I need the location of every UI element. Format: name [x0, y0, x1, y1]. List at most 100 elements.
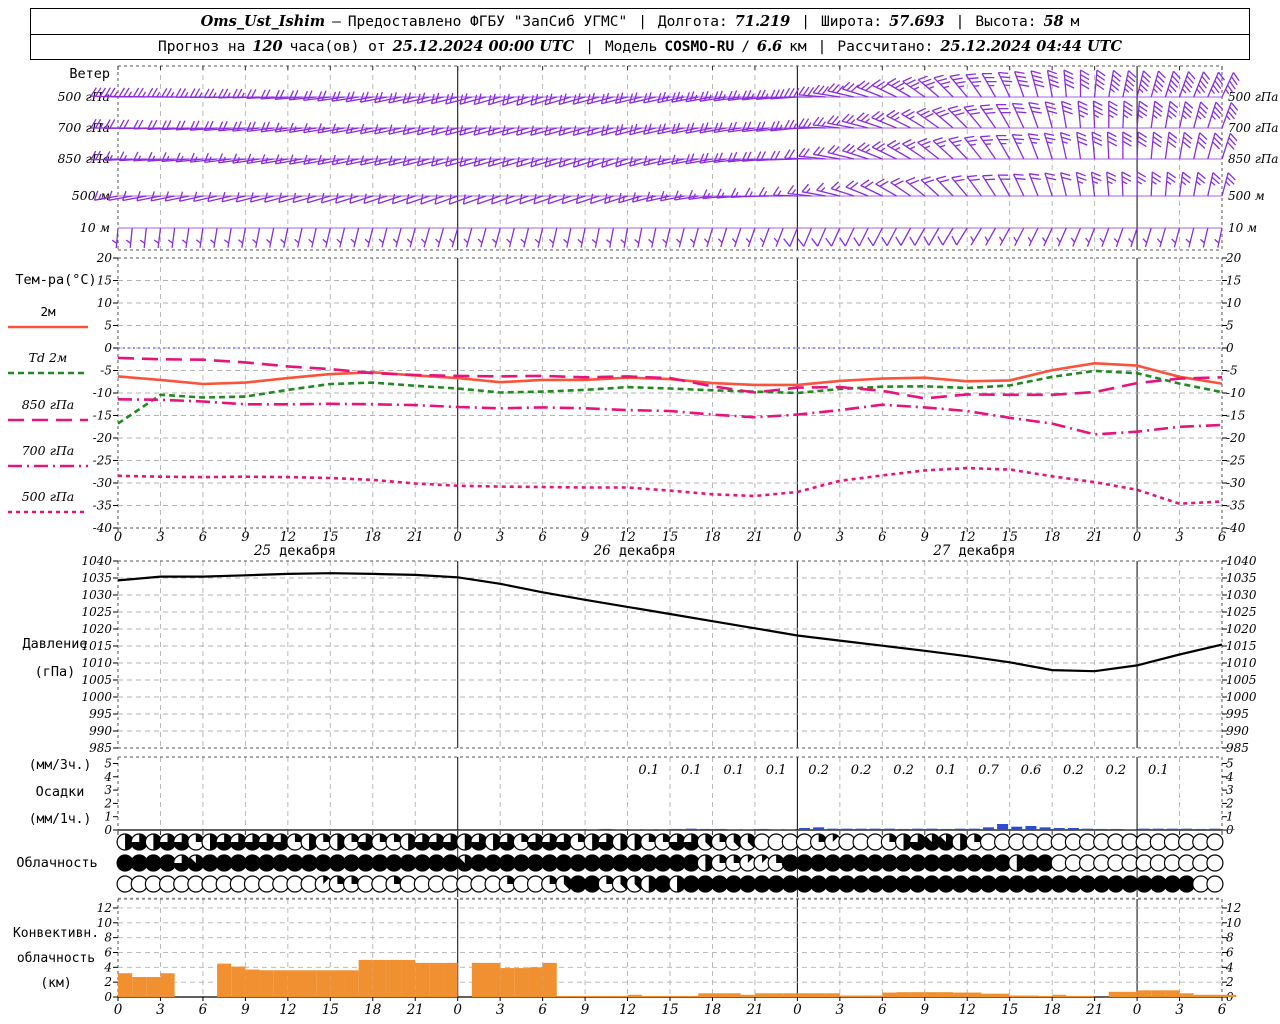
- precip-bar: [742, 829, 754, 830]
- precip-bar: [1124, 829, 1136, 830]
- hour-label: 18: [704, 530, 721, 545]
- temp-tick-left: 20: [96, 251, 113, 265]
- convective-bar: [118, 973, 133, 997]
- precip-bar: [968, 828, 980, 830]
- convective-label-3: (км): [40, 976, 71, 991]
- hour-label: 0: [114, 530, 122, 545]
- precip-bar: [827, 828, 839, 830]
- pressure-tick-right: 1020: [1226, 622, 1257, 636]
- convective-bar: [882, 992, 897, 997]
- precip-bar: [1152, 828, 1164, 830]
- convective-bar: [528, 967, 543, 997]
- precip-bar: [982, 827, 994, 830]
- temp-tick-right: -40: [1226, 521, 1246, 535]
- precip-panel: 5 54 43 32 21 10 00.1 0.1 0.1 0.1 0.2 0.2 0.2 0.1 0.7 0…: [29, 756, 1235, 837]
- convective-bar: [627, 994, 642, 997]
- wind-row: 500 м 500 м: [72, 171, 1265, 205]
- hour-label: 21: [1085, 530, 1103, 545]
- temp-tick-left: 10: [97, 296, 113, 310]
- convective-bar: [1165, 990, 1180, 997]
- run-datetime: 25.12.2024 00:00 UTC: [392, 38, 575, 55]
- convective-bar: [910, 992, 925, 997]
- hour-label-bottom: 15: [661, 1002, 678, 1018]
- pressure-tick-right: 1030: [1226, 588, 1257, 602]
- convective-bar: [967, 992, 982, 997]
- convective-label-2: облачность: [17, 951, 95, 966]
- precip-bar: [898, 828, 910, 830]
- precip-bar: [756, 828, 768, 830]
- precip-bar: [1110, 828, 1122, 830]
- header-row-forecast: Прогноз на 120 часа(ов) от 25.12.2024 00…: [30, 34, 1250, 60]
- temp-legend-item: Td 2м: [8, 350, 88, 375]
- convective-bar: [585, 995, 600, 997]
- temp-tick-left: -40: [93, 521, 113, 535]
- temp-legend-label: 850 гПа: [22, 397, 75, 412]
- precip-3h-value: 0.2: [893, 763, 914, 778]
- convective-bar: [839, 995, 855, 997]
- conv-tick-left: 0: [104, 990, 112, 1004]
- temp-tick-right: -25: [1226, 454, 1245, 468]
- longitude-value: 71.219: [734, 13, 791, 30]
- hour-label: 3: [156, 530, 164, 545]
- hour-label-bottom: 3: [1175, 1002, 1184, 1018]
- convective-bar: [132, 976, 147, 997]
- temp-legend-label: 700 гПа: [22, 443, 75, 458]
- forecast-label-1: Прогноз на: [158, 38, 246, 55]
- convective-bar: [486, 962, 501, 997]
- precip-tick-right: 3: [1226, 783, 1234, 797]
- precip-bar: [912, 828, 924, 830]
- pressure-tick-left: 1020: [81, 622, 112, 636]
- convective-bar: [1179, 993, 1194, 997]
- hour-label-bottom: 18: [364, 1002, 382, 1018]
- convective-bar: [1052, 994, 1067, 997]
- convective-bar: [217, 963, 232, 997]
- convective-bar: [924, 992, 939, 997]
- temp-tick-right: -35: [1226, 499, 1245, 513]
- hour-label-bottom: 12: [619, 1002, 636, 1018]
- pressure-panel-label: Давление: [22, 636, 87, 652]
- hour-label-bottom: 3: [836, 1002, 845, 1018]
- precip-bar: [643, 829, 655, 830]
- hour-label: 9: [581, 530, 589, 545]
- separator: |: [955, 13, 965, 30]
- convective-bar: [344, 970, 359, 997]
- date-label: 26 декабря: [593, 543, 676, 559]
- temp-tick-right: -5: [1226, 364, 1238, 378]
- resolution-unit: км: [789, 38, 807, 55]
- precip-bar: [1223, 829, 1235, 830]
- wind-row: 10 м 10 м: [80, 220, 1257, 248]
- hour-label: 21: [406, 530, 424, 545]
- hour-label-bottom: 6: [199, 1002, 208, 1018]
- conv-tick-right: 6: [1226, 945, 1234, 959]
- hour-label: 0: [1133, 530, 1141, 545]
- convective-bar: [854, 995, 869, 997]
- convective-bar: [570, 995, 586, 997]
- temp-tick-left: -25: [93, 454, 112, 468]
- hour-label: 21: [746, 530, 764, 545]
- precip-3h-value: 0.1: [1148, 763, 1169, 778]
- convective-bar: [740, 994, 755, 997]
- precip-tick-right: 1: [1226, 810, 1234, 824]
- temp-tick-left: 0: [104, 341, 112, 355]
- convective-panel: 1212101088664422000369121518210369121518…: [13, 898, 1242, 1018]
- wind-row-label-right: 850 гПа: [1228, 152, 1278, 166]
- forecast-label-2: часа(ов) от: [289, 38, 386, 55]
- precip-bar: [997, 824, 1009, 830]
- hour-label: 3: [1175, 530, 1183, 545]
- hour-label-bottom: 6: [1218, 1002, 1227, 1018]
- precip-label-3h: (мм/3ч.): [29, 758, 92, 773]
- hour-label: 6: [538, 530, 546, 545]
- separator: |: [585, 38, 594, 55]
- hour-label: 3: [496, 530, 504, 545]
- temp-tick-left: 15: [97, 274, 112, 288]
- pressure-tick-left: 1040: [81, 554, 112, 568]
- wind-row-label-left: 850 гПа: [57, 151, 110, 166]
- convective-bar: [670, 995, 685, 997]
- temp-tick-left: -30: [93, 476, 113, 490]
- model-label: Модель: [604, 38, 658, 55]
- precip-bar: [586, 829, 598, 830]
- precip-bar: [685, 828, 697, 830]
- wind-row-label-right: 500 м: [1228, 189, 1265, 203]
- conv-tick-left: 2: [103, 975, 112, 989]
- conv-tick-left: 6: [104, 945, 112, 959]
